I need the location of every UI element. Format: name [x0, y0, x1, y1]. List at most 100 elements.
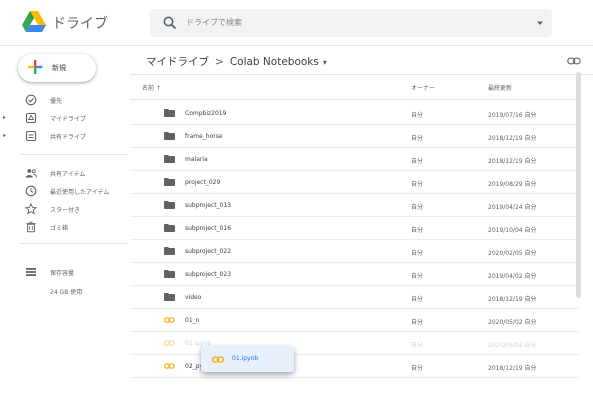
file-name: video — [185, 294, 202, 301]
file-modified: 2018/12/19 自分 — [488, 158, 537, 165]
file-name: subproject_023 — [185, 271, 232, 278]
my-drive-icon — [25, 112, 37, 124]
expand-arrow-icon[interactable]: ▸ — [3, 114, 6, 121]
file-owner: 自分 — [411, 135, 424, 142]
file-owner: 自分 — [411, 319, 424, 326]
file-owner: 自分 — [411, 112, 424, 119]
sidebar-item-recent[interactable]: 最近使用したアイテム — [0, 181, 130, 201]
file-name: 01_n — [185, 317, 200, 324]
breadcrumb-current-folder[interactable]: Colab Notebooks — [230, 56, 319, 68]
file-name: Compbiz2019 — [185, 110, 227, 117]
sidebar-item-shared-drives[interactable]: ▸ 共有ドライブ — [0, 126, 130, 146]
folder-icon — [164, 132, 175, 140]
table-row[interactable]: video 自分 2018/12/19 自分 — [130, 286, 580, 309]
table-row[interactable]: subproject_023 自分 2019/04/02 自分 — [130, 263, 580, 286]
colab-notebook-icon — [212, 356, 224, 363]
storage-used-text: 24 GB 使用 — [50, 289, 83, 296]
table-row[interactable]: project_029 自分 2019/08/29 自分 — [130, 171, 580, 194]
file-modified: 2020/05/02 自分 — [488, 342, 537, 349]
file-modified: 2019/04/02 自分 — [488, 273, 537, 280]
table-row[interactable]: frame_horse 自分 2018/12/19 自分 — [130, 125, 580, 148]
table-row[interactable]: Compbiz2019 自分 2019/07/16 自分 — [130, 102, 580, 125]
search-options-dropdown-icon[interactable] — [536, 19, 544, 27]
sidebar-item-label: 共有アイテム — [50, 171, 86, 178]
file-owner: 自分 — [411, 181, 424, 188]
file-name: project_029 — [185, 179, 221, 186]
sidebar-item-trash[interactable]: ゴミ箱 — [0, 217, 130, 237]
sidebar-divider — [20, 154, 128, 155]
priority-check-icon — [25, 94, 37, 106]
column-header-name[interactable]: 名前 ↑ — [142, 83, 161, 92]
folder-menu-dropdown-icon[interactable]: ▾ — [323, 58, 327, 67]
table-row[interactable]: 02_python.ipynb自分2018/12/19 自分 — [130, 355, 580, 378]
file-modified: 2019/08/29 自分 — [488, 181, 537, 188]
file-owner: 自分 — [411, 365, 424, 372]
header-divider — [130, 99, 580, 100]
file-modified: 2020/02/05 自分 — [488, 250, 537, 257]
folder-icon — [164, 201, 175, 209]
file-modified: 2019/07/16 自分 — [488, 112, 537, 119]
drag-preview-label: 01.ipynb — [232, 355, 259, 362]
storage-icon — [26, 268, 36, 276]
folder-icon — [164, 109, 175, 117]
file-modified: 2019/10/04 自分 — [488, 227, 537, 234]
file-name: subproject_013 — [185, 202, 232, 209]
search-bar[interactable]: ドライブで検索 — [150, 9, 552, 37]
sidebar-item-label: 共有ドライブ — [50, 134, 87, 141]
link-icon[interactable] — [567, 56, 581, 66]
file-owner: 自分 — [411, 342, 424, 349]
file-modified: 2018/12/19 自分 — [488, 296, 537, 303]
file-modified: 2018/12/19 自分 — [488, 135, 537, 142]
new-button-label: 新規 — [52, 64, 66, 72]
table-row[interactable]: subproject_013 自分 2019/04/24 自分 — [130, 194, 580, 217]
sidebar-item-storage[interactable]: 保存容量 — [0, 262, 130, 282]
file-modified: 2018/12/19 自分 — [488, 365, 537, 372]
sidebar-divider — [20, 243, 128, 244]
file-name: frame_horse — [185, 133, 223, 140]
sidebar: 新規 優先 ▸ マイドライブ ▸ 共有ドライブ 共有アイテム 最近使用したアイテ… — [0, 46, 130, 420]
breadcrumb-root[interactable]: マイドライブ — [146, 56, 209, 68]
table-row[interactable]: malaria 自分 2018/12/19 自分 — [130, 148, 580, 171]
sidebar-item-starred[interactable]: スター付き — [0, 199, 130, 219]
toolbar-divider — [130, 74, 593, 75]
table-row[interactable]: 01_n 自分 2020/05/02 自分 — [130, 309, 580, 332]
table-row[interactable]: subproject_022 自分 2020/02/05 自分 — [130, 240, 580, 263]
sidebar-item-my-drive[interactable]: ▸ マイドライブ — [0, 108, 130, 128]
folder-icon — [164, 178, 175, 186]
file-owner: 自分 — [411, 158, 424, 165]
folder-icon — [164, 293, 175, 301]
expand-arrow-icon[interactable]: ▸ — [3, 132, 6, 139]
sidebar-item-priority[interactable]: 優先 — [0, 90, 130, 110]
sidebar-item-label: 最近使用したアイテム — [50, 189, 110, 196]
new-button[interactable]: 新規 — [18, 54, 96, 82]
trash-icon — [26, 221, 36, 233]
column-header-modified[interactable]: 最終更新 — [488, 83, 512, 92]
table-row[interactable]: subproject_016 自分 2019/10/04 自分 — [130, 217, 580, 240]
file-owner: 自分 — [411, 227, 424, 234]
sidebar-item-shared-with-me[interactable]: 共有アイテム — [0, 163, 130, 183]
shared-with-me-icon — [25, 169, 37, 178]
breadcrumb: マイドライブ > Colab Notebooks ▾ — [146, 54, 327, 69]
column-header-owner[interactable]: オーナー — [411, 83, 435, 92]
shared-drives-icon — [25, 130, 37, 142]
sort-arrow-up-icon[interactable]: ↑ — [156, 85, 161, 92]
colab-notebook-icon — [164, 363, 175, 369]
search-input[interactable]: ドライブで検索 — [186, 17, 242, 28]
file-name: subproject_016 — [185, 225, 232, 232]
colab-notebook-icon — [164, 317, 175, 323]
sidebar-item-label: ゴミ箱 — [50, 225, 69, 232]
drive-logo-icon[interactable] — [22, 11, 46, 33]
app-title: ドライブ — [52, 16, 108, 32]
folder-icon — [164, 270, 175, 278]
search-icon[interactable] — [162, 15, 178, 31]
file-modified: 2019/04/24 自分 — [488, 204, 537, 211]
folder-icon — [164, 247, 175, 255]
plus-icon — [28, 60, 43, 74]
vertical-scrollbar[interactable] — [576, 72, 581, 298]
file-name: subproject_022 — [185, 248, 232, 255]
table-row[interactable]: 01.ipynb 自分 2020/05/02 自分 — [130, 332, 580, 355]
sidebar-item-label: スター付き — [50, 207, 81, 214]
file-name: malaria — [185, 156, 208, 163]
file-owner: 自分 — [411, 204, 424, 211]
file-owner: 自分 — [411, 250, 424, 257]
